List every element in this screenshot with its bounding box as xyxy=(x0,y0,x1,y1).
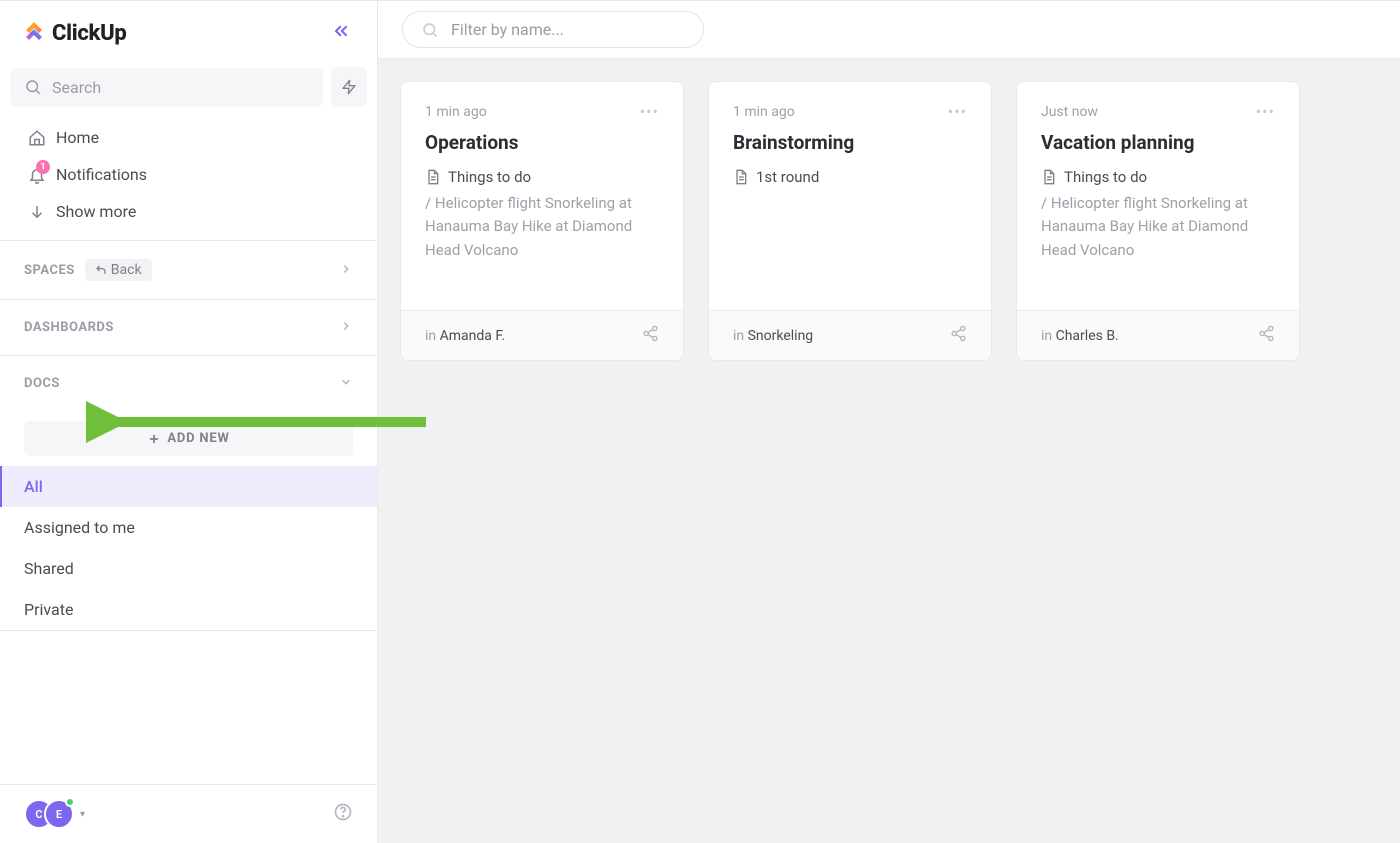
lightning-icon xyxy=(341,79,357,95)
spaces-title: SPACES xyxy=(24,263,75,278)
docs-filter-private[interactable]: Private xyxy=(0,589,377,630)
chevron-double-left-icon xyxy=(331,21,351,41)
search-icon xyxy=(24,78,42,96)
chevron-right-icon xyxy=(339,319,353,333)
card-description: / Helicopter flight Snorkeling at Hanaum… xyxy=(1041,192,1275,262)
card-title: Brainstorming xyxy=(733,131,967,154)
filter-input[interactable]: Filter by name... xyxy=(402,11,704,48)
document-icon xyxy=(1041,168,1057,186)
docs-filter-assigned[interactable]: Assigned to me xyxy=(0,507,377,548)
notification-badge: 1 xyxy=(36,160,50,174)
workspace-switcher[interactable]: C E ▾ xyxy=(24,799,85,829)
sidebar: ClickUp Search Home 1 xyxy=(0,0,378,843)
docs-filter-all[interactable]: All xyxy=(0,466,377,507)
card-title: Operations xyxy=(425,131,659,154)
main-content: Filter by name... 1 min ago ••• Operatio… xyxy=(378,0,1400,843)
nav-show-more[interactable]: Show more xyxy=(0,193,377,230)
search-input[interactable]: Search xyxy=(10,68,323,107)
clickup-logo-icon xyxy=(22,21,46,45)
section-docs[interactable]: DOCS xyxy=(0,356,377,411)
caret-down-icon: ▾ xyxy=(80,809,85,820)
nav-notifications[interactable]: 1 Notifications xyxy=(0,156,377,193)
card-subtitle: Things to do xyxy=(1064,168,1147,186)
card-location: in Amanda F. xyxy=(425,328,505,344)
share-icon xyxy=(1258,325,1275,342)
presence-indicator xyxy=(65,797,75,807)
home-icon xyxy=(28,129,46,147)
card-timestamp: 1 min ago xyxy=(733,104,795,120)
card-timestamp: Just now xyxy=(1041,104,1098,120)
card-location: in Charles B. xyxy=(1041,328,1119,344)
docs-filter-shared[interactable]: Shared xyxy=(0,548,377,589)
share-icon xyxy=(950,325,967,342)
document-icon xyxy=(733,168,749,186)
section-dashboards[interactable]: DASHBOARDS xyxy=(0,300,377,355)
nav-home-label: Home xyxy=(56,128,99,147)
spaces-back-chip[interactable]: Back xyxy=(85,259,152,281)
card-menu-button[interactable]: ••• xyxy=(948,102,967,121)
card-menu-button[interactable]: ••• xyxy=(640,102,659,121)
quick-action-button[interactable] xyxy=(331,67,367,107)
docs-title: DOCS xyxy=(24,376,60,391)
arrow-down-icon xyxy=(28,203,46,221)
help-button[interactable] xyxy=(333,802,353,826)
section-spaces[interactable]: SPACES Back xyxy=(0,241,377,299)
share-button[interactable] xyxy=(642,325,659,346)
help-icon xyxy=(333,802,353,822)
card-title: Vacation planning xyxy=(1041,131,1275,154)
nav-notifications-label: Notifications xyxy=(56,165,147,184)
card-timestamp: 1 min ago xyxy=(425,104,487,120)
nav-home[interactable]: Home xyxy=(0,119,377,156)
app-name: ClickUp xyxy=(52,21,127,46)
app-logo[interactable]: ClickUp xyxy=(22,21,127,46)
search-placeholder: Search xyxy=(52,78,101,97)
nav-show-more-label: Show more xyxy=(56,202,136,221)
share-button[interactable] xyxy=(950,325,967,346)
card-subtitle: Things to do xyxy=(448,168,531,186)
doc-card[interactable]: 1 min ago ••• Operations Things to do / … xyxy=(400,81,684,361)
document-icon xyxy=(425,168,441,186)
add-new-doc-button[interactable]: ADD NEW xyxy=(24,421,353,456)
plus-icon xyxy=(147,432,161,446)
search-icon xyxy=(421,21,439,39)
chevron-right-icon xyxy=(339,262,353,276)
doc-card[interactable]: Just now ••• Vacation planning Things to… xyxy=(1016,81,1300,361)
share-icon xyxy=(642,325,659,342)
share-button[interactable] xyxy=(1258,325,1275,346)
chevron-down-icon xyxy=(339,375,353,389)
reply-icon xyxy=(95,264,107,276)
card-subtitle: 1st round xyxy=(756,168,819,186)
card-menu-button[interactable]: ••• xyxy=(1256,102,1275,121)
dashboards-title: DASHBOARDS xyxy=(24,320,114,335)
collapse-sidebar-button[interactable] xyxy=(327,17,355,49)
filter-placeholder: Filter by name... xyxy=(451,20,564,39)
card-location: in Snorkeling xyxy=(733,328,813,344)
card-description: / Helicopter flight Snorkeling at Hanaum… xyxy=(425,192,659,262)
doc-card[interactable]: 1 min ago ••• Brainstorming 1st round in… xyxy=(708,81,992,361)
